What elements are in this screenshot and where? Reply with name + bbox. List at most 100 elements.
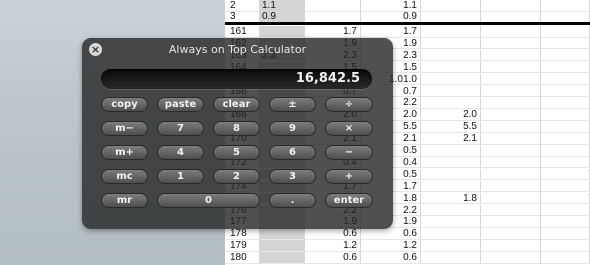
paste-button[interactable]: paste	[157, 97, 204, 112]
table-cell[interactable]: 0.6	[305, 228, 361, 240]
table-cell[interactable]	[481, 73, 541, 86]
table-cell[interactable]	[541, 133, 590, 145]
memory-recall-button[interactable]: mr	[101, 193, 148, 208]
table-cell[interactable]	[305, 0, 361, 12]
table-cell[interactable]	[421, 11, 481, 23]
table-cell[interactable]	[421, 216, 481, 228]
table-cell[interactable]	[481, 180, 541, 193]
digit-0-button[interactable]: 0	[157, 193, 260, 208]
table-cell[interactable]	[541, 61, 590, 74]
table-cell[interactable]	[541, 228, 590, 240]
table-cell[interactable]	[541, 216, 590, 228]
multiply-button[interactable]: ×	[325, 121, 373, 136]
table-cell[interactable]: 0.6	[305, 252, 361, 264]
table-cell[interactable]	[260, 252, 305, 264]
table-cell[interactable]	[481, 145, 541, 157]
plus-minus-button[interactable]: ±	[269, 97, 316, 112]
row-id-cell[interactable]: 179	[225, 240, 260, 252]
table-cell[interactable]	[481, 61, 541, 74]
row-id-cell[interactable]: 180	[225, 252, 260, 264]
row-id-cell[interactable]: 2	[225, 0, 260, 12]
table-cell[interactable]: 2.0	[421, 109, 481, 121]
table-cell[interactable]	[305, 11, 361, 23]
table-cell[interactable]: 2.1	[421, 133, 481, 145]
clear-button[interactable]: clear	[213, 97, 260, 112]
digit-2-button[interactable]: 2	[213, 169, 260, 184]
table-cell[interactable]	[481, 121, 541, 133]
table-cell[interactable]	[481, 26, 541, 38]
table-cell[interactable]	[421, 49, 481, 62]
table-cell[interactable]	[541, 204, 590, 217]
digit-6-button[interactable]: 6	[269, 145, 316, 160]
table-cell[interactable]: 0.6	[361, 228, 421, 240]
digit-3-button[interactable]: 3	[269, 169, 316, 184]
table-cell[interactable]	[481, 204, 541, 217]
table-cell[interactable]: 1.8	[421, 192, 481, 205]
table-cell[interactable]	[541, 37, 590, 50]
table-cell[interactable]: 1.2	[361, 240, 421, 252]
table-cell[interactable]	[481, 49, 541, 62]
table-cell[interactable]: 1.1	[260, 0, 305, 12]
table-cell[interactable]	[541, 121, 590, 133]
calculator-window[interactable]: × Always on Top Calculator 16,842.5 copy…	[82, 38, 393, 229]
decimal-button[interactable]: .	[269, 193, 316, 208]
table-cell[interactable]	[481, 192, 541, 205]
digit-5-button[interactable]: 5	[213, 145, 260, 160]
row-id-cell[interactable]: 3	[225, 11, 260, 23]
minus-button[interactable]: −	[325, 145, 373, 160]
row-id-cell[interactable]: 178	[225, 228, 260, 240]
table-cell[interactable]: 1.2	[305, 240, 361, 252]
table-cell[interactable]	[260, 228, 305, 240]
table-cell[interactable]	[541, 156, 590, 169]
table-cell[interactable]	[541, 85, 590, 98]
table-cell[interactable]	[421, 85, 481, 98]
table-cell[interactable]	[481, 156, 541, 169]
copy-button[interactable]: copy	[101, 97, 148, 112]
table-cell[interactable]	[421, 240, 481, 252]
table-cell[interactable]	[481, 0, 541, 12]
table-cell[interactable]	[541, 180, 590, 193]
table-cell[interactable]	[421, 97, 481, 109]
table-cell[interactable]: 0.6	[361, 252, 421, 264]
digit-9-button[interactable]: 9	[269, 121, 316, 136]
table-cell[interactable]	[260, 26, 305, 38]
table-cell[interactable]	[541, 109, 590, 121]
table-cell[interactable]	[481, 109, 541, 121]
table-cell[interactable]: 0.9	[260, 11, 305, 23]
table-cell[interactable]	[421, 156, 481, 169]
table-cell[interactable]	[421, 145, 481, 157]
row-id-cell[interactable]: 161	[225, 26, 260, 38]
table-cell[interactable]	[481, 11, 541, 23]
digit-1-button[interactable]: 1	[157, 169, 204, 184]
table-cell[interactable]	[541, 192, 590, 205]
table-cell[interactable]	[481, 37, 541, 50]
table-cell[interactable]	[481, 228, 541, 240]
plus-button[interactable]: +	[325, 169, 373, 184]
table-cell[interactable]	[541, 0, 590, 12]
memory-minus-button[interactable]: m−	[101, 121, 148, 136]
table-cell[interactable]	[421, 73, 481, 86]
divide-button[interactable]: ÷	[325, 97, 373, 112]
table-cell[interactable]	[541, 145, 590, 157]
table-cell[interactable]	[541, 97, 590, 109]
enter-button[interactable]: enter	[325, 193, 373, 208]
digit-4-button[interactable]: 4	[157, 145, 204, 160]
memory-plus-button[interactable]: m+	[101, 145, 148, 160]
table-cell[interactable]	[421, 228, 481, 240]
table-cell[interactable]	[421, 61, 481, 74]
table-cell[interactable]	[541, 168, 590, 181]
table-cell[interactable]: 1.7	[305, 26, 361, 38]
table-cell[interactable]: 1.7	[361, 26, 421, 38]
table-cell[interactable]	[541, 11, 590, 23]
table-cell[interactable]	[481, 252, 541, 264]
table-cell[interactable]	[421, 180, 481, 193]
table-cell[interactable]	[421, 168, 481, 181]
table-cell[interactable]	[421, 26, 481, 38]
table-cell[interactable]: 5.5	[421, 121, 481, 133]
table-cell[interactable]	[421, 252, 481, 264]
table-cell[interactable]	[481, 133, 541, 145]
table-cell[interactable]	[541, 252, 590, 264]
table-cell[interactable]: 0.9	[361, 11, 421, 23]
digit-7-button[interactable]: 7	[157, 121, 204, 136]
digit-8-button[interactable]: 8	[213, 121, 260, 136]
